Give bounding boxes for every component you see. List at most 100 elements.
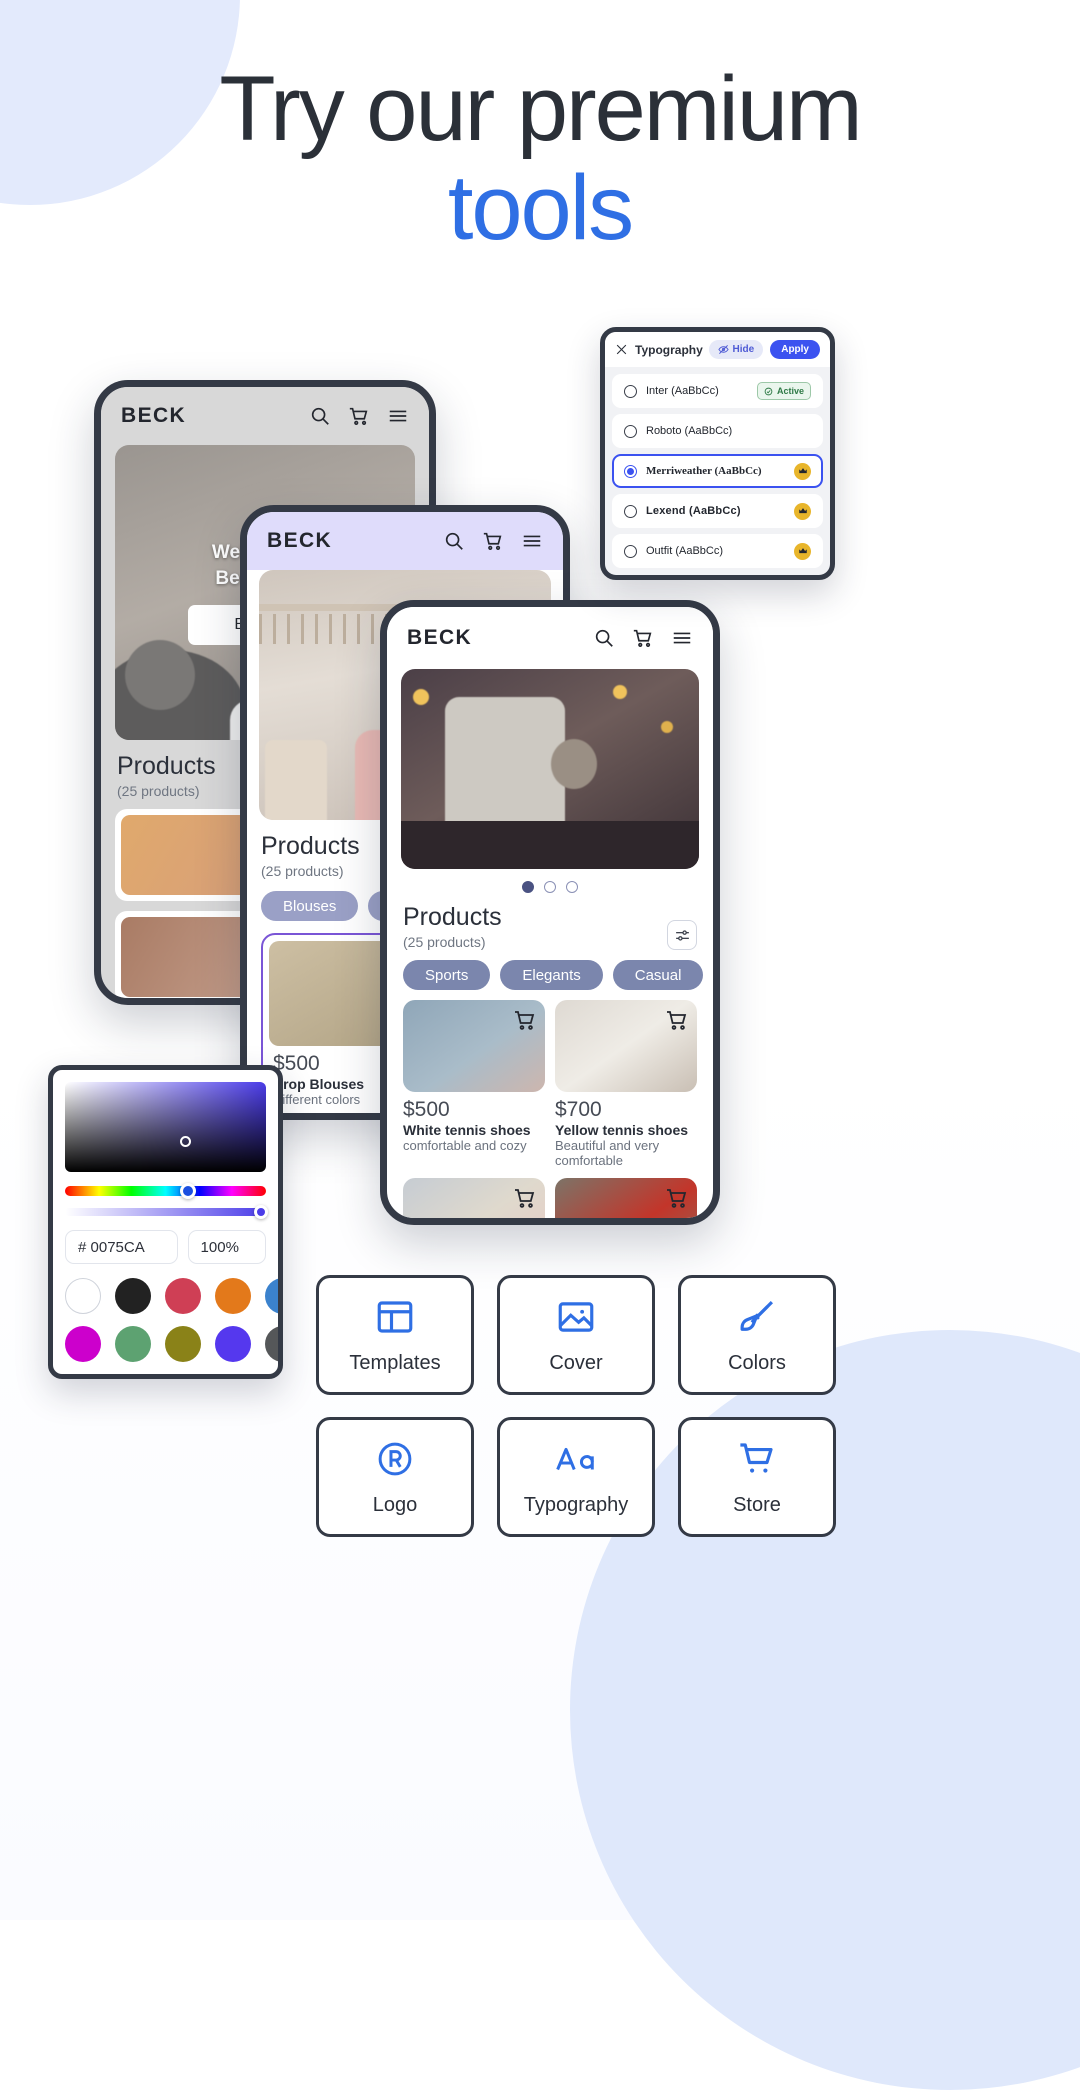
phone3-hero-image bbox=[401, 669, 699, 869]
radio-icon[interactable] bbox=[624, 384, 637, 398]
font-option-label: Inter (AaBbCc) bbox=[646, 385, 719, 397]
phone2-top-icons bbox=[443, 530, 543, 552]
font-option-lexend[interactable]: Lexend (AaBbCc) bbox=[612, 494, 823, 528]
swatch-violet[interactable] bbox=[215, 1326, 251, 1362]
swatch-blue[interactable] bbox=[265, 1278, 278, 1314]
headline-line-2: tools bbox=[447, 157, 634, 260]
chip-casual[interactable]: Casual bbox=[612, 960, 704, 990]
apply-button[interactable]: Apply bbox=[770, 340, 820, 359]
phone3-hero-photo bbox=[401, 669, 699, 869]
headline-line-1: Try our premium bbox=[219, 58, 862, 160]
font-list: Inter (AaBbCc) Active Roboto (AaBbCc) Me… bbox=[605, 367, 830, 575]
radio-icon[interactable] bbox=[624, 424, 637, 438]
cart-icon[interactable] bbox=[348, 405, 370, 427]
radio-icon[interactable] bbox=[624, 544, 637, 558]
swatch-gray[interactable] bbox=[265, 1326, 278, 1362]
tool-templates[interactable]: Templates bbox=[316, 1275, 474, 1395]
swatch-orange[interactable] bbox=[215, 1278, 251, 1314]
sv-knob[interactable] bbox=[179, 1136, 191, 1147]
cart-icon[interactable] bbox=[665, 1186, 689, 1210]
radio-icon[interactable] bbox=[624, 504, 637, 518]
phone3-topbar: BECK bbox=[387, 607, 713, 669]
font-option-outfit-left: Outfit (AaBbCc) bbox=[624, 544, 723, 558]
phone1-section-sub: (25 products) bbox=[117, 783, 200, 799]
chip-blouses[interactable]: Blouses bbox=[261, 891, 359, 921]
font-option-merriweather-left: Merriweather (AaBbCc) bbox=[624, 464, 762, 478]
swatch-white[interactable] bbox=[65, 1278, 101, 1314]
phone1-brand: BECK bbox=[121, 404, 187, 427]
menu-icon[interactable] bbox=[671, 627, 693, 649]
phone1-top-icons bbox=[309, 405, 409, 427]
image-icon bbox=[555, 1296, 597, 1338]
product-desc: comfortable and cozy bbox=[403, 1138, 527, 1153]
carousel-dot-2[interactable] bbox=[544, 881, 556, 893]
check-circle-icon bbox=[764, 387, 773, 396]
menu-icon[interactable] bbox=[387, 405, 409, 427]
saturation-value-area[interactable] bbox=[65, 1082, 266, 1172]
font-option-roboto-left: Roboto (AaBbCc) bbox=[624, 424, 732, 438]
font-option-inter[interactable]: Inter (AaBbCc) Active bbox=[612, 374, 823, 408]
phone3-section-title: Products bbox=[403, 903, 502, 931]
search-icon[interactable] bbox=[593, 627, 615, 649]
carousel-dot-1[interactable] bbox=[522, 881, 534, 893]
hue-slider[interactable] bbox=[65, 1183, 266, 1199]
cart-icon[interactable] bbox=[513, 1008, 537, 1032]
chip-elegants[interactable]: Elegants bbox=[500, 960, 603, 990]
tool-colors[interactable]: Colors bbox=[678, 1275, 836, 1395]
typography-panel: Typography Hide Apply Inter (AaBbCc) Act… bbox=[600, 327, 835, 580]
product-card[interactable]: $700 Yellow tennis shoes Beautiful and v… bbox=[555, 1000, 697, 1168]
product-image bbox=[403, 1000, 545, 1092]
layout-icon bbox=[374, 1296, 416, 1338]
cart-icon[interactable] bbox=[482, 530, 504, 552]
phone1-topbar: BECK bbox=[101, 387, 429, 445]
alpha-slider[interactable] bbox=[65, 1205, 268, 1219]
radio-icon[interactable] bbox=[624, 464, 637, 478]
color-swatches bbox=[65, 1278, 278, 1362]
cart-icon[interactable] bbox=[513, 1186, 537, 1210]
product-card[interactable]: $500 White tennis shoes comfortable and … bbox=[403, 1000, 545, 1168]
search-icon[interactable] bbox=[443, 530, 465, 552]
swatch-olive[interactable] bbox=[165, 1326, 201, 1362]
typography-panel-header: Typography Hide Apply bbox=[605, 332, 830, 367]
search-icon[interactable] bbox=[309, 405, 331, 427]
tool-label: Templates bbox=[349, 1351, 441, 1374]
font-option-outfit[interactable]: Outfit (AaBbCc) bbox=[612, 534, 823, 568]
tool-grid: Templates Cover Colors Logo Typography S… bbox=[316, 1275, 836, 1537]
sliders-icon[interactable] bbox=[667, 920, 697, 950]
tool-cover[interactable]: Cover bbox=[497, 1275, 655, 1395]
swatch-red[interactable] bbox=[165, 1278, 201, 1314]
hide-button[interactable]: Hide bbox=[708, 340, 764, 359]
tool-store[interactable]: Store bbox=[678, 1417, 836, 1537]
phone3-section-title-wrap: Products (25 products) bbox=[403, 903, 502, 950]
chip-sports[interactable]: Sports bbox=[403, 960, 491, 990]
tool-typography[interactable]: Typography bbox=[497, 1417, 655, 1537]
phone-mockup-front: BECK Products (25 products) Sports Elega… bbox=[380, 600, 720, 1225]
product-card[interactable]: $700 bbox=[555, 1178, 697, 1218]
alpha-slider-knob[interactable] bbox=[254, 1205, 268, 1219]
tool-logo[interactable]: Logo bbox=[316, 1417, 474, 1537]
hex-input[interactable]: # 0075CA bbox=[65, 1230, 178, 1264]
tool-label: Logo bbox=[372, 1493, 418, 1516]
color-value-fields: # 0075CA 100% bbox=[65, 1230, 266, 1264]
swatch-green[interactable] bbox=[115, 1326, 151, 1362]
cart-icon[interactable] bbox=[632, 627, 654, 649]
product-desc: Beautiful and very comfortable bbox=[555, 1138, 660, 1168]
phone3-brand: BECK bbox=[407, 626, 473, 649]
product-image bbox=[555, 1000, 697, 1092]
font-option-roboto[interactable]: Roboto (AaBbCc) bbox=[612, 414, 823, 448]
menu-icon[interactable] bbox=[521, 530, 543, 552]
tool-label: Typography bbox=[523, 1493, 629, 1516]
swatch-magenta[interactable] bbox=[65, 1326, 101, 1362]
typography-panel-title-wrap: Typography bbox=[615, 343, 703, 357]
product-image bbox=[555, 1178, 697, 1218]
swatch-black[interactable] bbox=[115, 1278, 151, 1314]
carousel-dot-3[interactable] bbox=[566, 881, 578, 893]
product-card[interactable]: $500 bbox=[403, 1178, 545, 1218]
cart-icon[interactable] bbox=[665, 1008, 689, 1032]
close-icon[interactable] bbox=[615, 343, 628, 356]
font-option-merriweather[interactable]: Merriweather (AaBbCc) bbox=[612, 454, 823, 488]
phone3-product-grid: $500 White tennis shoes comfortable and … bbox=[387, 990, 713, 1218]
alpha-input[interactable]: 100% bbox=[187, 1230, 266, 1264]
hue-slider-knob[interactable] bbox=[179, 1183, 196, 1199]
typography-panel-title: Typography bbox=[635, 342, 703, 357]
